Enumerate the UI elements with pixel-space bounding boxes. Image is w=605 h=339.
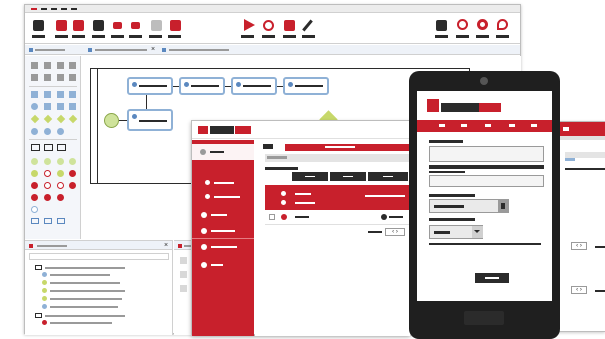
run-icon[interactable] xyxy=(244,19,255,31)
table-row[interactable] xyxy=(265,210,410,225)
save-as-icon[interactable] xyxy=(73,20,84,31)
toolbar xyxy=(25,14,520,44)
pager[interactable]: ‹ › xyxy=(385,228,405,236)
task-node[interactable] xyxy=(179,77,225,95)
tab-properties[interactable] xyxy=(162,48,166,52)
phone xyxy=(409,71,560,339)
palette-panel xyxy=(25,56,81,239)
app-sidebar xyxy=(192,140,254,336)
tab-diagram[interactable] xyxy=(88,48,92,52)
record-icon[interactable] xyxy=(477,19,488,30)
deploy-icon[interactable] xyxy=(284,20,295,31)
settings-icon[interactable] xyxy=(457,19,468,30)
task-node[interactable] xyxy=(283,77,329,95)
dropdown-select[interactable] xyxy=(429,199,509,213)
tab-palette[interactable] xyxy=(29,48,33,52)
debug-icon[interactable] xyxy=(263,20,274,31)
task-node[interactable] xyxy=(127,77,173,95)
outline-panel: × xyxy=(25,240,173,335)
paste-icon[interactable] xyxy=(151,20,162,31)
pager[interactable]: ‹ › xyxy=(571,242,587,250)
pager[interactable]: ‹ › xyxy=(571,286,587,294)
clipboard-icon[interactable] xyxy=(170,20,181,31)
phone-screen xyxy=(417,91,552,301)
copy-icon[interactable] xyxy=(131,22,140,29)
form-field[interactable] xyxy=(429,175,544,187)
flame-icon[interactable] xyxy=(497,19,508,30)
import-icon[interactable] xyxy=(113,22,122,29)
dropdown-select[interactable] xyxy=(429,225,483,239)
edit-icon[interactable] xyxy=(302,19,313,32)
app-content: ‹ › xyxy=(255,140,410,336)
save-icon[interactable] xyxy=(56,20,67,31)
phone-camera-icon xyxy=(480,77,488,85)
new-icon[interactable] xyxy=(33,20,44,31)
close-icon[interactable]: × xyxy=(164,242,168,249)
app-header xyxy=(192,121,409,139)
phone-home-button[interactable] xyxy=(464,311,504,325)
task-node[interactable] xyxy=(127,109,173,131)
task-node[interactable] xyxy=(231,77,277,95)
window-titlebar xyxy=(25,5,520,13)
export-icon[interactable] xyxy=(93,20,104,31)
table-row[interactable] xyxy=(265,185,410,210)
print-icon[interactable] xyxy=(436,20,447,31)
side-window: ‹ › ‹ › xyxy=(554,121,605,332)
web-app-window: ‹ › xyxy=(191,120,410,336)
tab-strip: × xyxy=(25,45,520,55)
close-icon[interactable]: × xyxy=(151,46,155,53)
start-event[interactable] xyxy=(104,113,119,128)
form-field[interactable] xyxy=(429,146,544,162)
